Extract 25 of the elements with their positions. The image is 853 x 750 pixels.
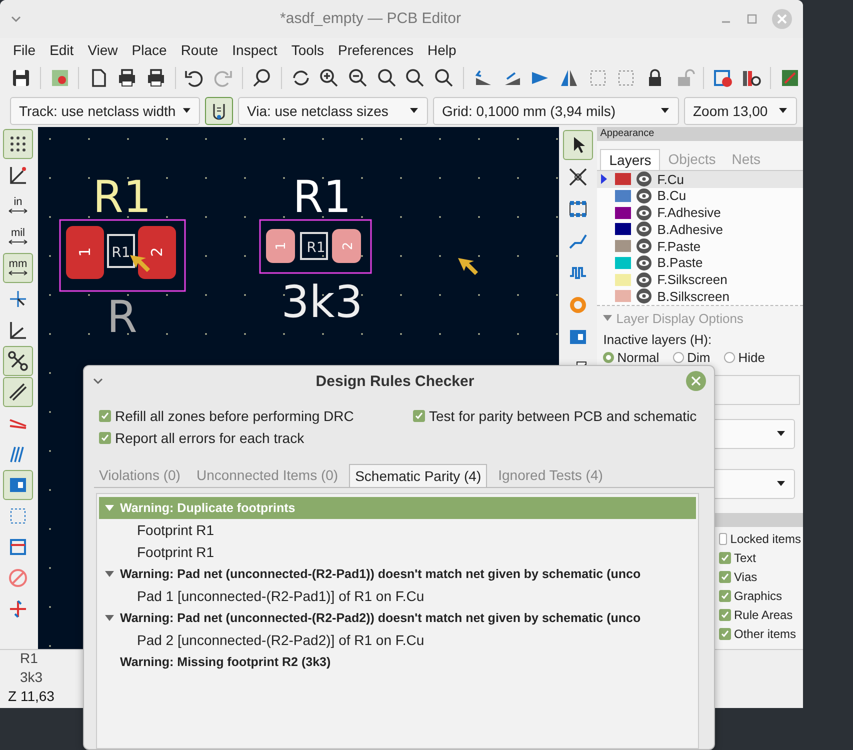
layer-name: B.Paste <box>657 255 703 270</box>
fab-reference-label: R1 <box>112 244 130 261</box>
layer-name: F.Cu <box>657 172 684 187</box>
status-text: 3k3 <box>20 669 43 688</box>
layer-name: F.Paste <box>657 238 701 254</box>
pad-number: 1 <box>274 242 289 250</box>
layer-name: F.Adhesive <box>657 205 721 220</box>
pad-number: 2 <box>148 247 166 257</box>
value-label: 3k3 <box>281 276 363 328</box>
layer-name: B.Silkscreen <box>657 288 730 304</box>
pad-number: 1 <box>76 247 94 257</box>
zoom-readout: Z 11,63 <box>8 688 54 706</box>
pad-number: 2 <box>340 242 356 250</box>
field-label: Inactive layers (H): <box>603 332 713 347</box>
layer-name: B.Cu <box>657 188 686 204</box>
layer-name: B.Adhesive <box>657 222 724 237</box>
fab-reference-label: R1 <box>306 240 326 256</box>
panel-title: Appearance <box>597 126 803 141</box>
reference-label: R1 <box>92 172 152 223</box>
value-label: R <box>106 292 138 343</box>
layer-name: F.Silkscreen <box>657 272 728 288</box>
dialog-title: Design Rules Checker <box>314 372 476 390</box>
reference-label: R1 <box>292 172 352 223</box>
window-title: *asdf_empty — PCB Editor <box>279 10 462 28</box>
status-text: R1 <box>20 650 38 668</box>
